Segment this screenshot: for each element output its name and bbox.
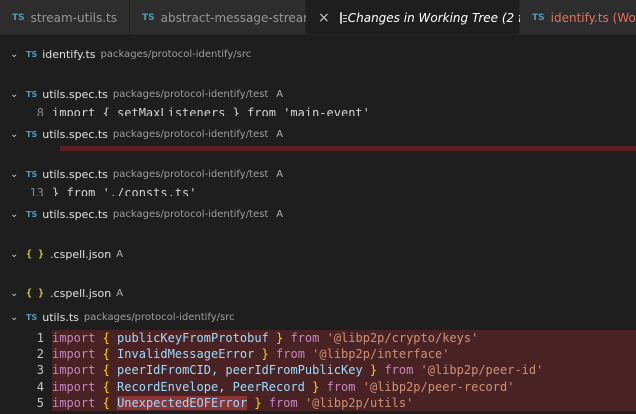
typescript-file-icon: TS	[12, 12, 25, 23]
line-number: 2	[36, 347, 44, 362]
typescript-file-icon: TS	[26, 169, 38, 179]
tab-abstract-message-stream[interactable]: TS abstract-message-stream.ts	[130, 0, 330, 34]
chevron-down-icon[interactable]: ⌄	[10, 288, 26, 299]
git-status: A	[276, 88, 284, 100]
close-tab-icon[interactable]: ×	[318, 10, 330, 26]
typescript-file-icon: TS	[26, 312, 38, 322]
file-section-cspell: ⌄ { } .cspell.json A	[0, 242, 636, 266]
file-name[interactable]: utils.spec.ts	[42, 88, 108, 101]
multi-diff-icon	[339, 11, 347, 24]
file-section-header[interactable]: ⌄ TS utils.spec.ts packages/protocol-ide…	[0, 82, 636, 106]
chevron-down-icon[interactable]: ⌄	[10, 169, 26, 180]
typescript-file-icon: TS	[532, 12, 545, 23]
chevron-down-icon[interactable]: ⌄	[10, 49, 26, 60]
line-number: 13	[29, 186, 44, 196]
code-content[interactable]: import { publicKeyFromProtobuf } from '@…	[52, 330, 636, 347]
typescript-file-icon: TS	[26, 49, 38, 59]
tab-label: identify.ts (Working Tree)	[550, 10, 636, 25]
editor-tab-bar: TS stream-utils.ts TS abstract-message-s…	[0, 0, 636, 35]
code-line[interactable]: 1 import { publicKeyFromProtobuf } from …	[0, 330, 636, 347]
line-number: 1	[36, 331, 44, 345]
file-path: packages/protocol-identify/test	[112, 128, 269, 140]
file-section-utils-spec: ⌄ TS utils.spec.ts packages/protocol-ide…	[0, 162, 636, 186]
file-section-identify: ⌄ TS identify.ts packages/protocol-ident…	[0, 42, 636, 66]
code-line[interactable]: 5 import { UnexpectedEOFError } from '@l…	[0, 394, 636, 411]
typescript-file-icon: TS	[26, 129, 38, 139]
tab-label: stream-utils.ts	[30, 10, 118, 25]
git-status: A	[276, 168, 284, 180]
file-name[interactable]: utils.spec.ts	[42, 168, 108, 181]
file-section-header[interactable]: ⌄ TS identify.ts packages/protocol-ident…	[0, 42, 636, 66]
code-line[interactable]: 3 import { peerIdFromCID, peerIdFromPubl…	[0, 362, 636, 379]
code-peek: 13 } from './consts.ts'	[0, 186, 636, 196]
tab-label: abstract-message-stream.ts	[160, 10, 330, 25]
chevron-down-icon[interactable]: ⌄	[10, 209, 26, 220]
code-content[interactable]: import { UnexpectedEOFError } from '@lib…	[52, 394, 636, 411]
line-number: 3	[36, 363, 44, 378]
file-section-header[interactable]: ⌄ TS utils.spec.ts packages/protocol-ide…	[0, 122, 636, 146]
file-name[interactable]: utils.spec.ts	[42, 208, 108, 221]
line-number: 5	[36, 395, 44, 410]
json-file-icon: { }	[26, 248, 45, 260]
git-status: A	[116, 248, 124, 260]
file-section-header[interactable]: ⌄ { } .cspell.json A	[0, 281, 636, 305]
file-path: packages/protocol-identify/src	[100, 48, 252, 60]
git-status: A	[276, 208, 284, 220]
tab-changes-working-tree[interactable]: × Changes in Working Tree (2 files)	[306, 0, 547, 34]
line-number: 8	[36, 106, 44, 116]
removed-line-highlight	[60, 146, 636, 151]
file-section-header[interactable]: ⌄ TS utils.ts packages/protocol-identify…	[0, 305, 636, 329]
file-name[interactable]: .cspell.json	[50, 287, 111, 300]
git-status: A	[276, 128, 284, 140]
file-section-utils: ⌄ TS utils.ts packages/protocol-identify…	[0, 305, 636, 329]
file-name[interactable]: utils.ts	[42, 311, 79, 324]
code-content[interactable]: import { peerIdFromCID, peerIdFromPublic…	[52, 362, 636, 379]
diff-editor[interactable]: 1 import { publicKeyFromProtobuf } from …	[0, 330, 636, 411]
file-path: packages/protocol-identify/test	[112, 208, 269, 220]
chevron-down-icon[interactable]: ⌄	[10, 129, 26, 140]
code-line[interactable]: 4 import { RecordEnvelope, PeerRecord } …	[0, 378, 636, 395]
file-section-utils-spec: ⌄ TS utils.spec.ts packages/protocol-ide…	[0, 82, 636, 106]
file-path: packages/protocol-identify/test	[112, 168, 269, 180]
git-status: A	[116, 287, 124, 299]
tab-identify-working-tree[interactable]: TS identify.ts (Working Tree)	[520, 0, 636, 34]
file-name[interactable]: .cspell.json	[50, 248, 111, 261]
code-peek: 8 import { setMaxListeners } from 'main-e…	[0, 106, 636, 116]
typescript-file-icon: TS	[26, 89, 38, 99]
tab-stream-utils[interactable]: TS stream-utils.ts	[0, 0, 130, 34]
chevron-down-icon[interactable]: ⌄	[10, 249, 26, 260]
file-section-header[interactable]: ⌄ { } .cspell.json A	[0, 242, 636, 266]
code-text: import { setMaxListeners } from 'main-ev…	[52, 106, 370, 116]
code-line[interactable]: 2 import { InvalidMessageError } from '@…	[0, 346, 636, 363]
file-section-cspell: ⌄ { } .cspell.json A	[0, 281, 636, 305]
changed-token-highlight: UnexpectedEOFError	[117, 395, 248, 410]
file-name[interactable]: identify.ts	[42, 48, 95, 61]
typescript-file-icon: TS	[26, 209, 38, 219]
code-content[interactable]: import { InvalidMessageError } from '@li…	[52, 346, 636, 363]
chevron-down-icon[interactable]: ⌄	[10, 312, 26, 323]
typescript-file-icon: TS	[142, 12, 155, 23]
file-name[interactable]: utils.spec.ts	[42, 128, 108, 141]
file-path: packages/protocol-identify/test	[112, 88, 269, 100]
json-file-icon: { }	[26, 287, 45, 299]
file-section-utils-spec: ⌄ TS utils.spec.ts packages/protocol-ide…	[0, 122, 636, 146]
file-section-header[interactable]: ⌄ TS utils.spec.ts packages/protocol-ide…	[0, 162, 636, 186]
file-section-header[interactable]: ⌄ TS utils.spec.ts packages/protocol-ide…	[0, 202, 636, 226]
tab-label: Changes in Working Tree (2 files)	[347, 10, 548, 25]
code-text: } from './consts.ts'	[52, 186, 197, 196]
code-content[interactable]: import { RecordEnvelope, PeerRecord } fr…	[52, 378, 636, 395]
chevron-down-icon[interactable]: ⌄	[10, 89, 26, 100]
line-number: 4	[36, 379, 44, 394]
file-section-utils-spec: ⌄ TS utils.spec.ts packages/protocol-ide…	[0, 202, 636, 226]
file-path: packages/protocol-identify/src	[83, 311, 235, 323]
